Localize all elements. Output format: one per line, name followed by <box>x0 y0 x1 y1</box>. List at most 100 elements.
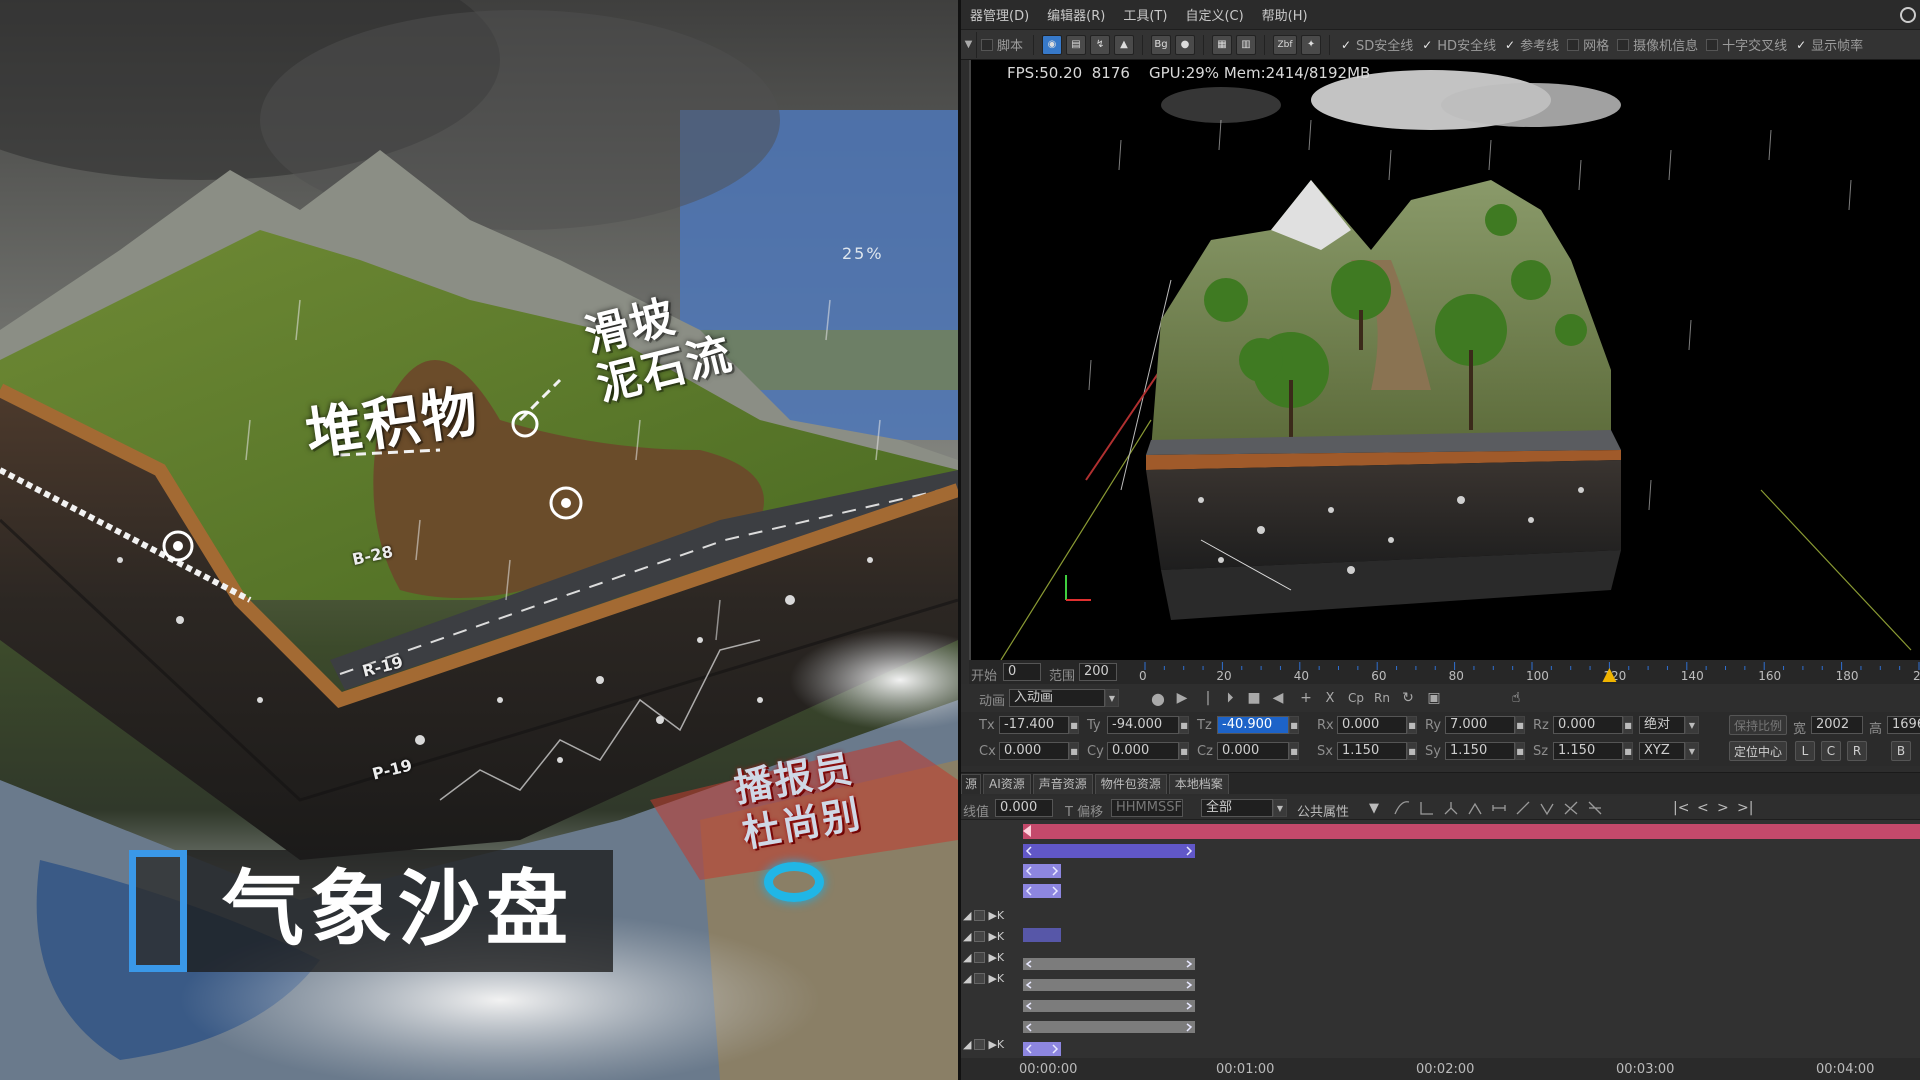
sz-spinner[interactable]: ■ <box>1623 742 1633 760</box>
lock-icon[interactable]: ◢ <box>963 972 971 985</box>
script-toggle[interactable]: 脚本 <box>977 35 1027 54</box>
grid-toggle[interactable]: 网格 <box>1563 35 1613 54</box>
xyz-order-select[interactable]: XYZ <box>1639 742 1685 760</box>
menu-device-manager[interactable]: 器管理(D) <box>961 5 1038 24</box>
camera-info-checkbox[interactable] <box>1617 38 1630 51</box>
tz-field[interactable]: -40.900 <box>1217 716 1289 734</box>
stop-icon[interactable]: ■ <box>1243 688 1265 708</box>
tx-field[interactable]: -17.400 <box>999 716 1069 734</box>
first-key-icon[interactable]: |< <box>1673 800 1689 816</box>
rx-spinner[interactable]: ■ <box>1407 716 1417 734</box>
visibility-checkbox[interactable] <box>974 931 986 942</box>
arrows-icon[interactable]: ↯ <box>1090 34 1111 55</box>
sy-spinner[interactable]: ■ <box>1515 742 1525 760</box>
delete-key-button[interactable]: X <box>1319 688 1341 708</box>
rz-field[interactable]: 0.000 <box>1553 716 1623 734</box>
align-center-button[interactable]: C <box>1821 741 1841 761</box>
chevron-down-icon[interactable]: ▼ <box>1685 742 1699 760</box>
render-viewport[interactable]: FPS:50.20 8176 GPU:29% Mem:2414/8192MB <box>969 60 1920 660</box>
time-offset-field[interactable]: HHMMSSFF <box>1111 799 1183 817</box>
triangle-icon[interactable]: ▲ <box>1114 34 1135 55</box>
key-toggle-icon[interactable]: ▶K <box>988 909 1004 922</box>
width-field[interactable]: 2002 <box>1811 716 1863 734</box>
ry-field[interactable]: 7.000 <box>1445 716 1515 734</box>
key-toggle-icon[interactable]: ▶K <box>988 930 1004 943</box>
lock-icon[interactable]: ◢ <box>963 930 971 943</box>
checkmark-icon[interactable]: ✓ <box>1421 39 1433 51</box>
sd-safe-toggle[interactable]: ✓ SD安全线 <box>1336 35 1417 55</box>
crosshair-toggle[interactable]: 十字交叉线 <box>1702 35 1791 54</box>
sy-field[interactable]: 1.150 <box>1445 742 1515 760</box>
keep-ratio-button[interactable]: 保持比例 <box>1729 715 1787 735</box>
light-icon[interactable]: ✦ <box>1301 34 1322 55</box>
cx-field[interactable]: 0.000 <box>999 742 1069 760</box>
menu-editor[interactable]: 编辑器(R) <box>1038 5 1114 24</box>
chevron-down-icon[interactable]: ▼ <box>1685 716 1699 734</box>
threshold-field[interactable]: 0.000 <box>995 799 1053 817</box>
sx-field[interactable]: 1.150 <box>1337 742 1407 760</box>
last-key-icon[interactable]: >| <box>1737 800 1753 816</box>
hd-safe-toggle[interactable]: ✓ HD安全线 <box>1417 35 1500 55</box>
tab-source[interactable]: 源 <box>961 774 982 794</box>
chevron-down-icon[interactable]: ▼ <box>1273 799 1287 817</box>
tz-spinner[interactable]: ■ <box>1289 716 1299 734</box>
camera-info-toggle[interactable]: 摄像机信息 <box>1613 35 1702 54</box>
menu-customize[interactable]: 自定义(C) <box>1176 5 1252 24</box>
rename-key-button[interactable]: Rn <box>1371 688 1393 708</box>
cz-spinner[interactable]: ■ <box>1289 742 1299 760</box>
abs-mode-select[interactable]: 绝对 <box>1639 716 1685 734</box>
menu-help[interactable]: 帮助(H) <box>1253 5 1317 24</box>
cy-spinner[interactable]: ■ <box>1179 742 1189 760</box>
bg-icon[interactable]: Bg <box>1151 34 1172 55</box>
anim-select[interactable]: 入动画 <box>1009 689 1105 707</box>
checkmark-icon[interactable]: ✓ <box>1504 39 1516 51</box>
crosshair-checkbox[interactable] <box>1706 38 1719 51</box>
play-icon[interactable]: ▶ <box>1171 688 1193 708</box>
window-control-icon[interactable] <box>1900 6 1916 23</box>
b-button[interactable]: B <box>1891 741 1911 761</box>
visibility-checkbox[interactable] <box>974 973 986 984</box>
play-from-start-icon[interactable]: ⏵ <box>1219 688 1241 708</box>
ty-spinner[interactable]: ■ <box>1179 716 1189 734</box>
visibility-checkbox[interactable] <box>974 910 986 921</box>
public-attributes-menu[interactable]: 公共属性 <box>1297 801 1349 820</box>
script-checkbox[interactable] <box>981 38 993 51</box>
ty-field[interactable]: -94.000 <box>1107 716 1179 734</box>
cz-field[interactable]: 0.000 <box>1217 742 1289 760</box>
ball-icon[interactable]: ● <box>1175 34 1196 55</box>
visibility-checkbox[interactable] <box>974 952 986 963</box>
prev-key-icon[interactable]: < <box>1697 800 1709 816</box>
rx-field[interactable]: 0.000 <box>1337 716 1407 734</box>
tab-ai-resources[interactable]: AI资源 <box>983 774 1031 794</box>
track-control[interactable]: ◢ ▶K <box>961 1036 1011 1053</box>
checkmark-icon[interactable]: ✓ <box>1340 39 1352 51</box>
tx-spinner[interactable]: ■ <box>1069 716 1079 734</box>
guides-toggle[interactable]: ✓ 参考线 <box>1500 35 1563 55</box>
rz-spinner[interactable]: ■ <box>1623 716 1633 734</box>
track-control[interactable]: ◢ ▶K <box>961 949 1011 966</box>
align-left-button[interactable]: L <box>1795 741 1815 761</box>
sx-spinner[interactable]: ■ <box>1407 742 1417 760</box>
align-right-button[interactable]: R <box>1847 741 1867 761</box>
lock-icon[interactable]: ◢ <box>963 1038 971 1051</box>
add-key-button[interactable]: + <box>1295 688 1317 708</box>
copy-key-button[interactable]: Cp <box>1345 688 1367 708</box>
height-field[interactable]: 1696 <box>1887 716 1920 734</box>
loop-icon[interactable]: ↻ <box>1397 688 1419 708</box>
time-ruler[interactable]: 00:00:00 00:01:00 00:02:00 00:03:00 00:0… <box>961 1058 1920 1080</box>
checkmark-icon[interactable]: ✓ <box>1795 39 1807 51</box>
lock-icon[interactable]: ◢ <box>963 951 971 964</box>
menu-tools[interactable]: 工具(T) <box>1114 5 1176 24</box>
frame-icon[interactable]: ▣ <box>1423 688 1445 708</box>
filter-select[interactable]: 全部 <box>1201 799 1273 817</box>
ry-spinner[interactable]: ■ <box>1515 716 1525 734</box>
tab-local-archive[interactable]: 本地档案 <box>1168 774 1229 794</box>
lock-icon[interactable]: ◢ <box>963 909 971 922</box>
track-lanes[interactable] <box>961 820 1920 1060</box>
visibility-checkbox[interactable] <box>974 1039 986 1050</box>
track-control[interactable]: ◢ ▶K <box>961 970 1011 987</box>
curve-tools[interactable] <box>1391 798 1651 818</box>
render-icon[interactable]: ▦ <box>1212 34 1233 55</box>
toolbar-dropdown-icon[interactable]: ▼ <box>961 31 977 58</box>
track-control[interactable]: ◢ ▶K <box>961 907 1011 924</box>
